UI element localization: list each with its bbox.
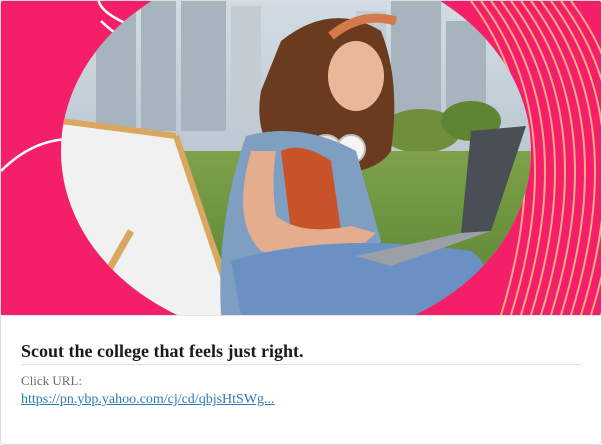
headline-divider bbox=[21, 364, 581, 365]
hero-image[interactable] bbox=[1, 1, 601, 315]
ad-headline[interactable]: Scout the college that feels just right. bbox=[21, 341, 581, 362]
click-url-label: Click URL: bbox=[21, 373, 83, 388]
ad-card: Scout the college that feels just right.… bbox=[0, 0, 602, 445]
hero-divider bbox=[1, 315, 601, 316]
click-url-link[interactable]: https://pn.ybp.yahoo.com/cj/cd/qbjsHtSWg… bbox=[21, 392, 275, 408]
hero-illustration bbox=[1, 1, 601, 315]
